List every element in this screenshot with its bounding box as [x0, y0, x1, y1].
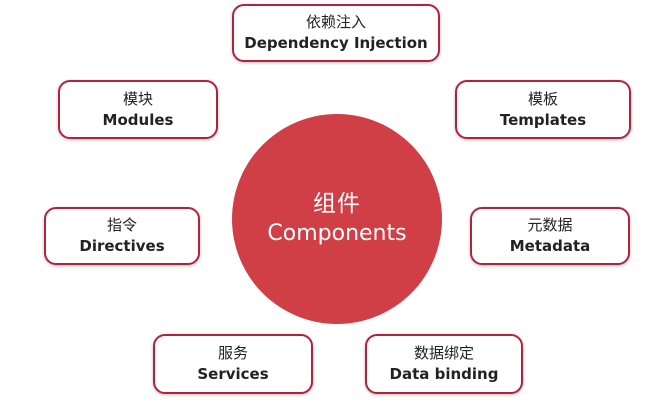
node-label-zh: 数据绑定 [413, 344, 474, 362]
node-label-en: Data binding [389, 365, 499, 383]
center-label-zh: 组件 [313, 191, 361, 217]
node-metadata: 元数据 Metadata [470, 207, 630, 265]
center-label-en: Components [267, 221, 407, 246]
node-label-zh: 模块 [122, 89, 153, 108]
node-templates: 模板 Templates [455, 80, 631, 139]
node-label-en: Directives [79, 237, 165, 255]
node-label-zh: 服务 [217, 344, 248, 362]
node-directives: 指令 Directives [44, 207, 200, 265]
node-label-en: Dependency Injection [244, 34, 428, 52]
node-label-zh: 指令 [106, 216, 137, 234]
node-label-en: Metadata [509, 237, 591, 255]
components-circle: 组件 Components [232, 114, 442, 324]
node-label-zh: 模板 [527, 89, 558, 108]
node-modules: 模块 Modules [58, 80, 218, 139]
node-label-en: Templates [499, 110, 587, 129]
node-label-zh: 元数据 [527, 216, 573, 234]
node-services: 服务 Services [153, 334, 313, 394]
node-dependency-injection: 依赖注入 Dependency Injection [232, 4, 440, 62]
node-data-binding: 数据绑定 Data binding [365, 334, 523, 394]
node-label-zh: 依赖注入 [305, 13, 366, 31]
node-label-en: Modules [102, 110, 174, 129]
node-label-en: Services [197, 365, 269, 383]
